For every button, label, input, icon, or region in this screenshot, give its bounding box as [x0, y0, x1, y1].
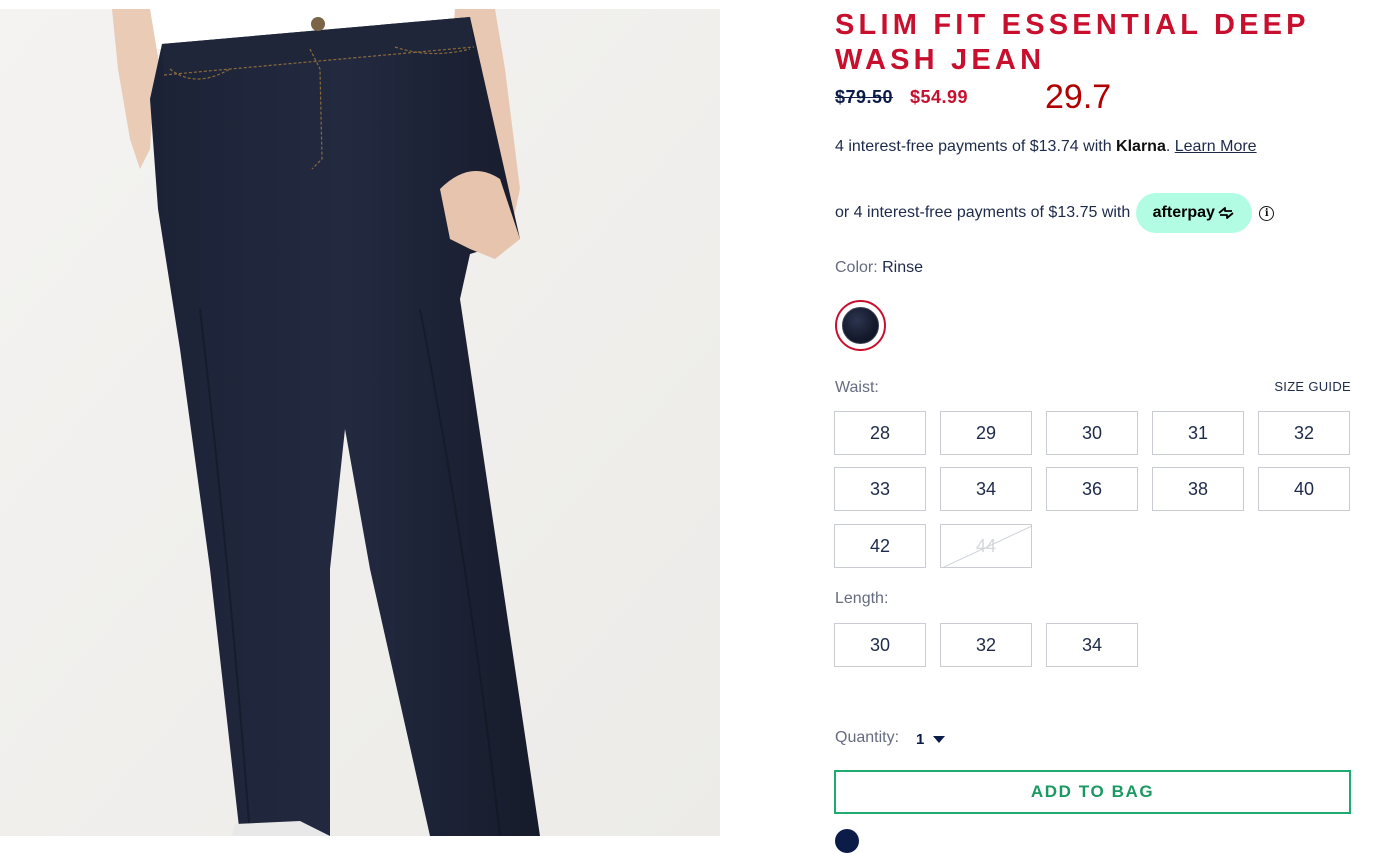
afterpay-text: or 4 interest-free payments of $13.75 wi…: [835, 204, 1131, 221]
color-value: Rinse: [882, 259, 924, 276]
quantity-value: 1: [916, 731, 925, 748]
waist-size-button[interactable]: 32: [1258, 411, 1350, 455]
jeans-photo: [0, 9, 720, 836]
klarna-period: .: [1165, 138, 1171, 155]
waist-size-button[interactable]: 28: [834, 411, 926, 455]
add-to-bag-button[interactable]: ADD TO BAG: [834, 770, 1351, 814]
waist-size-button[interactable]: 38: [1152, 467, 1244, 511]
afterpay-arrows-icon: [1218, 207, 1234, 219]
info-icon[interactable]: i: [1259, 205, 1275, 221]
waist-size-button[interactable]: 29: [940, 411, 1032, 455]
wishlist-icon[interactable]: [835, 829, 859, 853]
waist-size-button[interactable]: 42: [834, 524, 926, 568]
length-label: Length:: [835, 590, 889, 607]
waist-size-button[interactable]: 33: [834, 467, 926, 511]
afterpay-message: or 4 interest-free payments of $13.75 wi…: [835, 193, 1275, 233]
klarna-logo: Klarna: [1116, 138, 1166, 155]
original-price: $79.50: [835, 87, 894, 107]
size-guide-link[interactable]: SIZE GUIDE: [1274, 379, 1351, 394]
length-size-button[interactable]: 30: [834, 623, 926, 667]
color-label: Color: Rinse: [835, 259, 923, 277]
waist-size-button[interactable]: 34: [940, 467, 1032, 511]
klarna-message: 4 interest-free payments of $13.74 with …: [835, 138, 1257, 156]
color-label-text: Color:: [835, 259, 883, 276]
waist-size-button[interactable]: 40: [1258, 467, 1350, 511]
swatch-fill: [842, 307, 879, 344]
afterpay-badge[interactable]: afterpay: [1136, 193, 1253, 233]
color-swatch-rinse[interactable]: [835, 300, 886, 351]
waist-size-button[interactable]: 30: [1046, 411, 1138, 455]
caret-down-icon: [933, 736, 946, 743]
quantity-label: Quantity:: [835, 729, 900, 746]
length-size-button[interactable]: 34: [1046, 623, 1138, 667]
quantity-select[interactable]: 1: [916, 731, 946, 748]
sale-price: $54.99: [910, 87, 969, 107]
learn-more-link[interactable]: Learn More: [1175, 138, 1257, 155]
waist-size-button[interactable]: 31: [1152, 411, 1244, 455]
waist-label: Waist:: [835, 379, 879, 396]
afterpay-logo: afterpay: [1152, 204, 1215, 221]
klarna-text: 4 interest-free payments of $13.74 with: [835, 138, 1117, 155]
product-title: SLIM FIT ESSENTIAL DEEP WASH JEAN: [835, 9, 1310, 76]
overlay-number: 29.7: [1045, 78, 1112, 116]
product-image[interactable]: [0, 9, 720, 836]
waist-size-button[interactable]: 36: [1046, 467, 1138, 511]
waist-size-button-unavailable: 44: [940, 524, 1032, 568]
length-size-button[interactable]: 32: [940, 623, 1032, 667]
